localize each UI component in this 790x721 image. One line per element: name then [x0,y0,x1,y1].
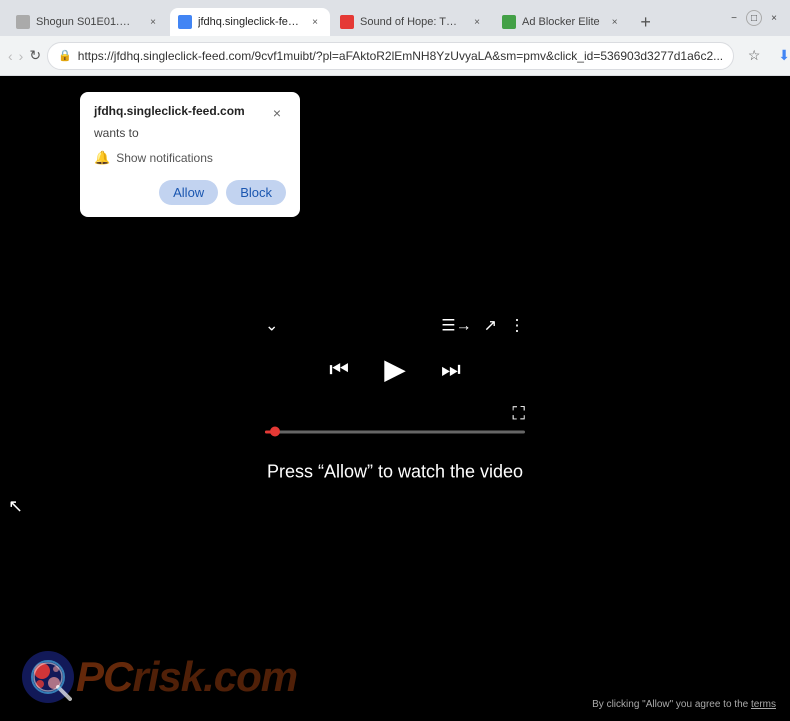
popup-buttons: Allow Block [94,180,286,205]
disclaimer-terms-link[interactable]: terms [751,699,776,710]
extensions-icon[interactable]: ⬇ [770,42,790,70]
tab-label-sound-of-hope: Sound of Hope: The Story [360,16,462,28]
more-options-icon[interactable]: ⋮ [509,315,525,335]
tab-label-shogun: Shogun S01E01.mp4 [36,16,138,28]
top-controls: ⌄ ☰→ ↗ ⋮ [265,315,525,335]
notification-popup: jfdhq.singleclick-feed.com × wants to 🔔 … [80,92,300,217]
tab-close-shogun[interactable]: × [146,15,160,29]
toolbar-icons: ☆ ⬇ 👤 ⋮ [740,42,790,70]
address-text: https://jfdhq.singleclick-feed.com/9cvf1… [78,49,723,63]
tab-shogun[interactable]: Shogun S01E01.mp4 × [8,8,168,36]
bookmark-icon[interactable]: ☆ [740,42,768,70]
popup-header: jfdhq.singleclick-feed.com × [94,104,286,122]
tab-favicon-shogun [16,15,30,29]
block-button[interactable]: Block [226,180,286,205]
popup-wants-label: wants to [94,126,286,140]
maximize-button[interactable]: □ [746,10,762,26]
bell-icon: 🔔 [94,150,110,166]
right-controls: ☰→ ↗ ⋮ [441,315,525,335]
pcrisk-logo [20,649,76,705]
browser-window: Shogun S01E01.mp4 × jfdhq.singleclick-fe… [0,0,790,721]
share-icon[interactable]: ↗ [484,315,497,335]
popup-permission-row: 🔔 Show notifications [94,150,286,166]
next-button[interactable]: ⏭ [441,356,461,382]
tab-favicon-jfdhq [178,15,192,29]
play-button[interactable]: ▶ [373,347,417,391]
refresh-button[interactable]: ↻ [29,42,41,70]
disclaimer-text: By clicking "Allow" you agree to the ter… [586,696,782,713]
playback-controls: ⏮ ▶ ⏭ [329,347,461,391]
allow-button[interactable]: Allow [159,180,218,205]
address-bar[interactable]: 🔒 https://jfdhq.singleclick-feed.com/9cv… [47,42,734,70]
pcrisk-watermark: PCrisk.com [20,649,297,705]
toolbar: ‹ › ↻ 🔒 https://jfdhq.singleclick-feed.c… [0,36,790,76]
minimize-button[interactable]: − [726,10,742,26]
chevron-down-icon[interactable]: ⌄ [265,315,278,335]
popup-site-name: jfdhq.singleclick-feed.com [94,104,245,118]
tab-favicon-sound-of-hope [340,15,354,29]
window-controls: − □ × [726,10,782,26]
fullscreen-row: ⛶ [265,403,525,424]
tab-label-jfdhq: jfdhq.singleclick-feed.com [198,16,300,28]
pcrisk-suffix: risk.com [132,653,297,700]
forward-button[interactable]: › [19,42,24,70]
mouse-cursor: ↖ [8,496,23,517]
close-button[interactable]: × [766,10,782,26]
new-tab-button[interactable]: + [632,8,660,36]
tab-favicon-ad-blocker [502,15,516,29]
video-area: ⌄ ☰→ ↗ ⋮ ⏮ ▶ ⏭ ⛶ [255,315,535,482]
back-button[interactable]: ‹ [8,42,13,70]
tab-close-ad-blocker[interactable]: × [608,15,622,29]
fullscreen-icon[interactable]: ⛶ [512,403,525,424]
page-content: jfdhq.singleclick-feed.com × wants to 🔔 … [0,76,790,721]
lock-icon: 🔒 [58,49,72,62]
tab-strip: Shogun S01E01.mp4 × jfdhq.singleclick-fe… [8,0,714,36]
pcrisk-prefix: PC [76,653,132,700]
tab-ad-blocker[interactable]: Ad Blocker Elite × [494,8,630,36]
tab-close-jfdhq[interactable]: × [308,15,322,29]
popup-close-button[interactable]: × [268,104,286,122]
pcrisk-text-label: PCrisk.com [76,653,297,701]
video-controls: ⌄ ☰→ ↗ ⋮ ⏮ ▶ ⏭ ⛶ [255,315,535,433]
popup-permission-text: Show notifications [116,151,213,165]
video-message: Press “Allow” to watch the video [267,461,523,482]
previous-button[interactable]: ⏮ [329,356,349,382]
progress-dot [270,427,280,437]
title-bar: Shogun S01E01.mp4 × jfdhq.singleclick-fe… [0,0,790,36]
queue-icon[interactable]: ☰→ [441,315,471,335]
progress-area: ⛶ [265,403,525,433]
progress-bar[interactable] [265,430,525,433]
tab-close-sound-of-hope[interactable]: × [470,15,484,29]
tab-jfdhq[interactable]: jfdhq.singleclick-feed.com × [170,8,330,36]
tab-sound-of-hope[interactable]: Sound of Hope: The Story × [332,8,492,36]
tab-label-ad-blocker: Ad Blocker Elite [522,16,600,28]
